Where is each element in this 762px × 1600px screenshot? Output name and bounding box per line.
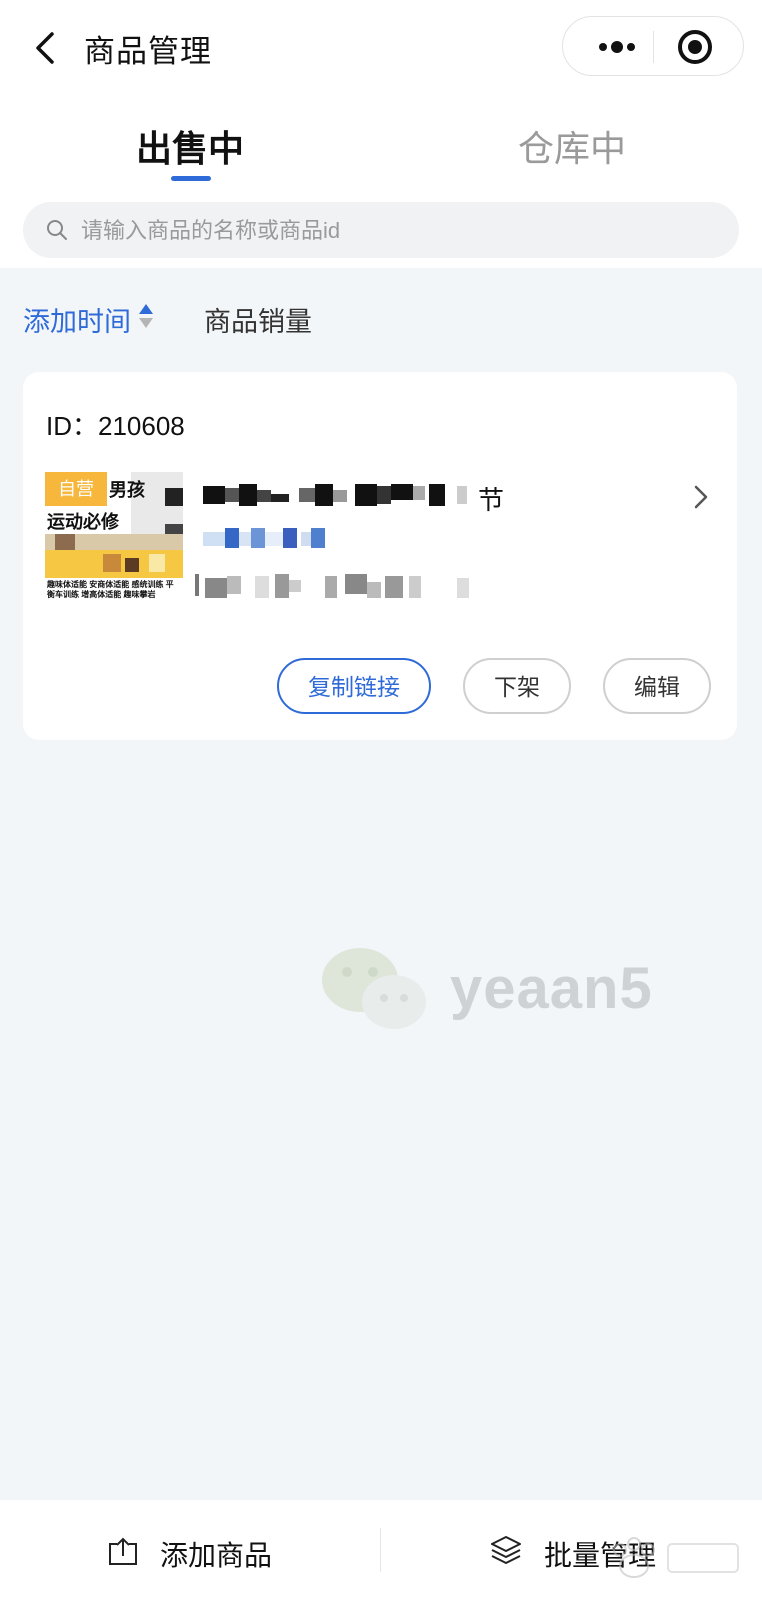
product-thumbnail[interactable]: 自营 男孩 运动必修 趣味体适能 安商体适能 感统训练 平衡车训练 增高体适能 … bbox=[45, 472, 183, 602]
active-tab-indicator bbox=[171, 176, 211, 181]
thumbnail-text-1: 男孩 bbox=[109, 480, 145, 500]
product-id: ID：210608 bbox=[46, 411, 185, 441]
target-close-icon[interactable] bbox=[675, 27, 715, 67]
search-bar bbox=[23, 202, 739, 258]
baidu-paw-watermark-icon bbox=[613, 1537, 739, 1578]
upload-icon[interactable] bbox=[108, 1536, 138, 1566]
search-input[interactable] bbox=[79, 210, 723, 252]
sort-by-time[interactable]: 添加时间 bbox=[23, 300, 131, 339]
more-dots-icon[interactable] bbox=[587, 27, 647, 67]
product-title-blurred[interactable] bbox=[203, 476, 475, 512]
search-icon bbox=[47, 220, 67, 240]
add-product-button[interactable]: 添加商品 bbox=[160, 1534, 272, 1574]
delist-button[interactable]: 下架 bbox=[463, 658, 571, 714]
page-title: 商品管理 bbox=[84, 34, 212, 69]
top-header: 商品管理 出售中 仓库中 bbox=[0, 0, 762, 268]
thumbnail-footer-text: 趣味体适能 安商体适能 感统训练 平衡车训练 增高体适能 趣味攀岩 bbox=[47, 580, 174, 599]
sort-arrows-icon[interactable] bbox=[138, 302, 154, 330]
product-card[interactable]: ID：210608 自营 男孩 运动必修 趣味体适能 安商体适能 感统训练 平衡… bbox=[23, 372, 737, 740]
self-operated-badge: 自营 bbox=[45, 472, 107, 506]
thumbnail-text-2: 运动必修 bbox=[47, 512, 119, 532]
mini-program-capsule bbox=[562, 16, 744, 76]
bottom-divider bbox=[380, 1528, 381, 1572]
sort-by-sales[interactable]: 商品销量 bbox=[204, 300, 312, 339]
product-stock-blurred bbox=[195, 570, 475, 600]
copy-link-button[interactable]: 复制链接 bbox=[277, 658, 431, 714]
product-price-blurred bbox=[203, 526, 337, 552]
edit-button[interactable]: 编辑 bbox=[603, 658, 711, 714]
capsule-divider bbox=[653, 31, 654, 63]
tab-warehouse[interactable]: 仓库中 bbox=[472, 120, 672, 172]
chevron-left-icon[interactable] bbox=[28, 28, 68, 68]
tab-on-sale[interactable]: 出售中 bbox=[90, 120, 290, 172]
layers-icon[interactable] bbox=[490, 1534, 522, 1566]
watermark-text: yeaan5 bbox=[450, 956, 653, 1021]
chevron-right-icon[interactable] bbox=[688, 482, 712, 512]
product-title-end: 节 bbox=[478, 485, 505, 515]
